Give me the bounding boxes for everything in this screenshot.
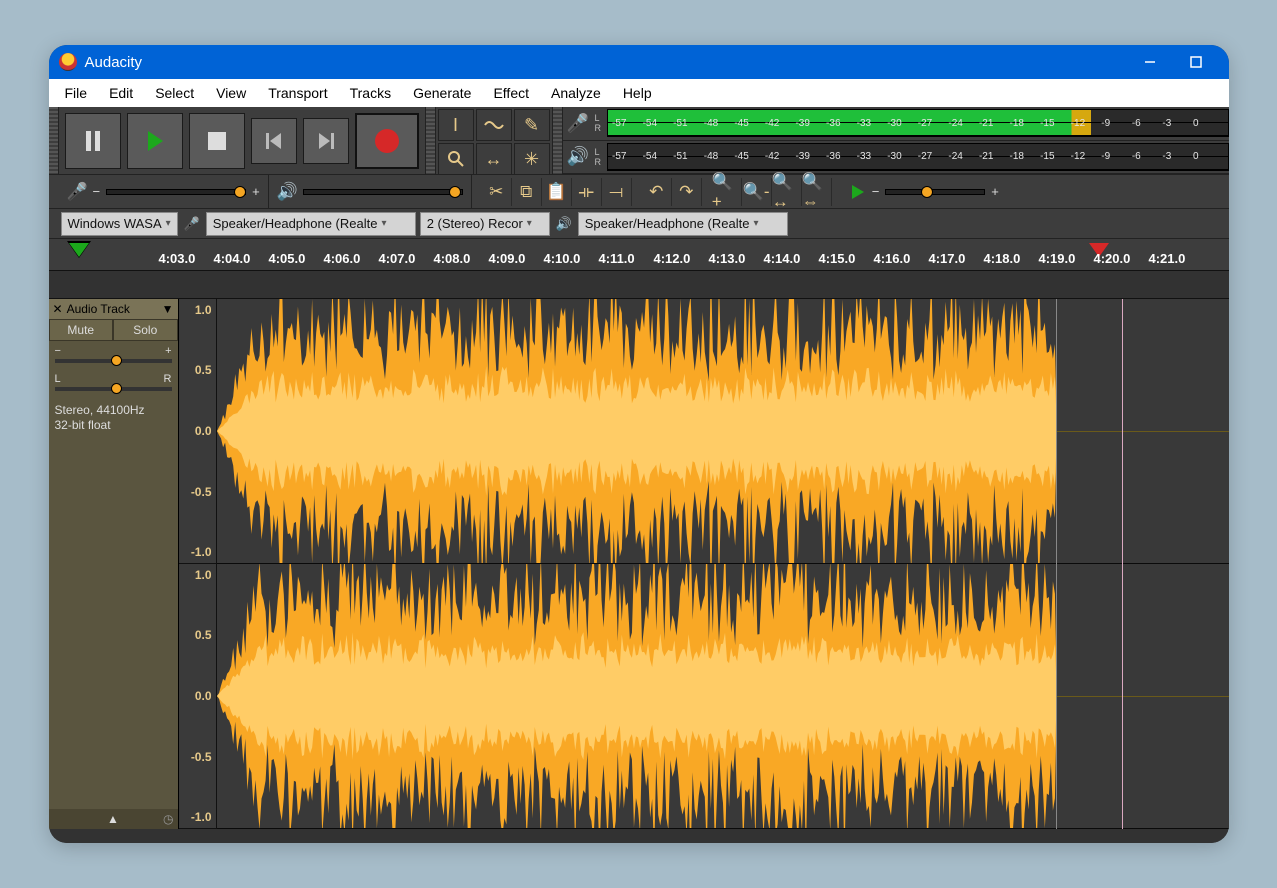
menu-view[interactable]: View [206, 81, 256, 105]
menu-file[interactable]: File [55, 81, 98, 105]
pan-slider[interactable]: LR [49, 369, 178, 397]
multi-tool-icon[interactable]: ✳ [514, 143, 550, 175]
redo-icon[interactable]: ↷ [672, 178, 702, 206]
speaker-icon: 🔊 [277, 182, 297, 202]
solo-button[interactable]: Solo [113, 319, 178, 341]
fit-project-icon[interactable]: 🔍⇔ [802, 178, 832, 206]
mute-button[interactable]: Mute [49, 319, 114, 341]
cut-icon[interactable]: ✂ [482, 178, 512, 206]
menu-analyze[interactable]: Analyze [541, 81, 611, 105]
toolbar-grip-2[interactable] [426, 107, 436, 174]
cursor-line[interactable] [1122, 299, 1123, 829]
playback-device-select[interactable]: Speaker/Headphone (Realte▾ [578, 212, 788, 236]
track-area: ✕ Audio Track ▼ Mute Solo −+ LR Stereo, … [49, 299, 1229, 829]
track-control-panel[interactable]: ✕ Audio Track ▼ Mute Solo −+ LR Stereo, … [49, 299, 179, 829]
menu-transport[interactable]: Transport [258, 81, 337, 105]
menu-generate[interactable]: Generate [403, 81, 481, 105]
menu-tracks[interactable]: Tracks [340, 81, 401, 105]
microphone-icon: 🎤 [67, 182, 87, 202]
meter-scale: -57-54-51-48-45-42-39-36-33-30-27-24-21-… [608, 110, 1228, 136]
sync-lock-icon: ◷ [163, 812, 173, 826]
microphone-icon: 🎤 [180, 216, 204, 232]
vertical-scale[interactable]: 1.0 0.5 0.0 -0.5 -1.0 1.0 0.5 0.0 -0.5 -… [179, 299, 217, 829]
gain-slider[interactable]: −+ [49, 341, 178, 369]
titlebar[interactable]: Audacity [49, 45, 1229, 79]
stop-button[interactable] [189, 113, 245, 169]
device-toolbar: Windows WASA▾ 🎤 Speaker/Headphone (Realt… [49, 209, 1229, 239]
envelope-tool-icon[interactable] [476, 109, 512, 141]
playback-volume-slider[interactable]: 🔊 [269, 175, 472, 209]
toolbar-grip[interactable] [49, 107, 59, 174]
speaker-icon: 🔊 [567, 146, 589, 167]
menubar: File Edit Select View Transport Tracks G… [49, 79, 1229, 107]
app-window: Audacity File Edit Select View Transport… [49, 45, 1229, 843]
undo-icon[interactable]: ↶ [642, 178, 672, 206]
playhead-start-icon[interactable] [69, 243, 89, 257]
microphone-icon: 🎤 [567, 113, 589, 134]
footer-spacer [49, 829, 1229, 843]
copy-icon[interactable]: ⧉ [512, 178, 542, 206]
chevron-down-icon: ▾ [166, 218, 171, 229]
pause-button[interactable] [65, 113, 121, 169]
waveform-left-channel[interactable] [217, 299, 1229, 564]
meter-scale: -57-54-51-48-45-42-39-36-33-30-27-24-21-… [608, 144, 1228, 170]
record-button[interactable] [355, 113, 419, 169]
mixer-edit-toolbar: 🎤 − + 🔊 ✂ ⧉ 📋 ⟛ ⟞ ↶ ↷ 🔍+ 🔍- 🔍↔ 🔍⇔ − + [49, 175, 1229, 209]
close-track-icon[interactable]: ✕ [53, 302, 63, 316]
record-icon [375, 129, 399, 153]
track-format-info: Stereo, 44100Hz 32-bit float [49, 397, 178, 439]
track-name: Audio Track [67, 302, 130, 316]
chevron-down-icon: ▾ [381, 218, 386, 229]
track-header[interactable]: ✕ Audio Track ▼ [49, 299, 178, 319]
playback-meter[interactable]: 🔊 LR -57-54-51-48-45-42-39-36-33-30-27-2… [563, 141, 1229, 175]
recording-channels-select[interactable]: 2 (Stereo) Recor▾ [420, 212, 550, 236]
chevron-down-icon: ▾ [753, 218, 758, 229]
recording-device-select[interactable]: Speaker/Headphone (Realte▾ [206, 212, 416, 236]
paste-icon[interactable]: 📋 [542, 178, 572, 206]
play-icon [850, 184, 866, 200]
menu-effect[interactable]: Effect [483, 81, 539, 105]
play-button[interactable] [127, 113, 183, 169]
toolbar-grip-3[interactable] [553, 107, 563, 174]
skip-start-button[interactable] [251, 118, 297, 164]
track-area-spacer [49, 271, 1229, 299]
menu-help[interactable]: Help [613, 81, 662, 105]
recording-meter[interactable]: 🎤 LR -57-54-51-48-45-42-39-36-33-30-27-2… [563, 107, 1229, 141]
trim-icon[interactable]: ⟛ [572, 178, 602, 206]
menu-select[interactable]: Select [145, 81, 204, 105]
timeline-ruler[interactable]: 4:03.0 4:04.0 4:05.0 4:06.0 4:07.0 4:08.… [49, 239, 1229, 271]
recording-volume-slider[interactable]: 🎤 − + [59, 175, 269, 209]
selection-boundary[interactable] [1056, 299, 1057, 829]
zoom-tool-icon[interactable] [438, 143, 474, 175]
play-at-speed[interactable]: − + [842, 175, 1007, 209]
draw-tool-icon[interactable]: ✎ [514, 109, 550, 141]
waveform-display[interactable] [217, 299, 1229, 829]
skip-end-button[interactable] [303, 118, 349, 164]
track-collapse-button[interactable]: ▲◷ [49, 809, 178, 829]
transport-toolbar: I ✎ ↔ ✳ 🎤 LR -57-54-51-48-45-42-39-36-33… [49, 107, 1229, 175]
waveform-right-channel[interactable] [217, 564, 1229, 829]
audio-host-select[interactable]: Windows WASA▾ [61, 212, 178, 236]
chevron-down-icon: ▾ [527, 218, 532, 229]
zoom-out-icon[interactable]: 🔍- [742, 178, 772, 206]
app-icon [59, 53, 77, 71]
selection-tool-icon[interactable]: I [438, 109, 474, 141]
maximize-button[interactable] [1173, 45, 1219, 79]
app-title: Audacity [85, 54, 143, 71]
tools-toolbar: I ✎ ↔ ✳ [436, 107, 553, 174]
minimize-button[interactable] [1127, 45, 1173, 79]
speaker-icon: 🔊 [552, 216, 576, 232]
fit-selection-icon[interactable]: 🔍↔ [772, 178, 802, 206]
menu-edit[interactable]: Edit [99, 81, 143, 105]
timeshift-tool-icon[interactable]: ↔ [476, 143, 512, 175]
zoom-in-icon[interactable]: 🔍+ [712, 178, 742, 206]
silence-icon[interactable]: ⟞ [602, 178, 632, 206]
track-menu-icon[interactable]: ▼ [162, 302, 174, 316]
